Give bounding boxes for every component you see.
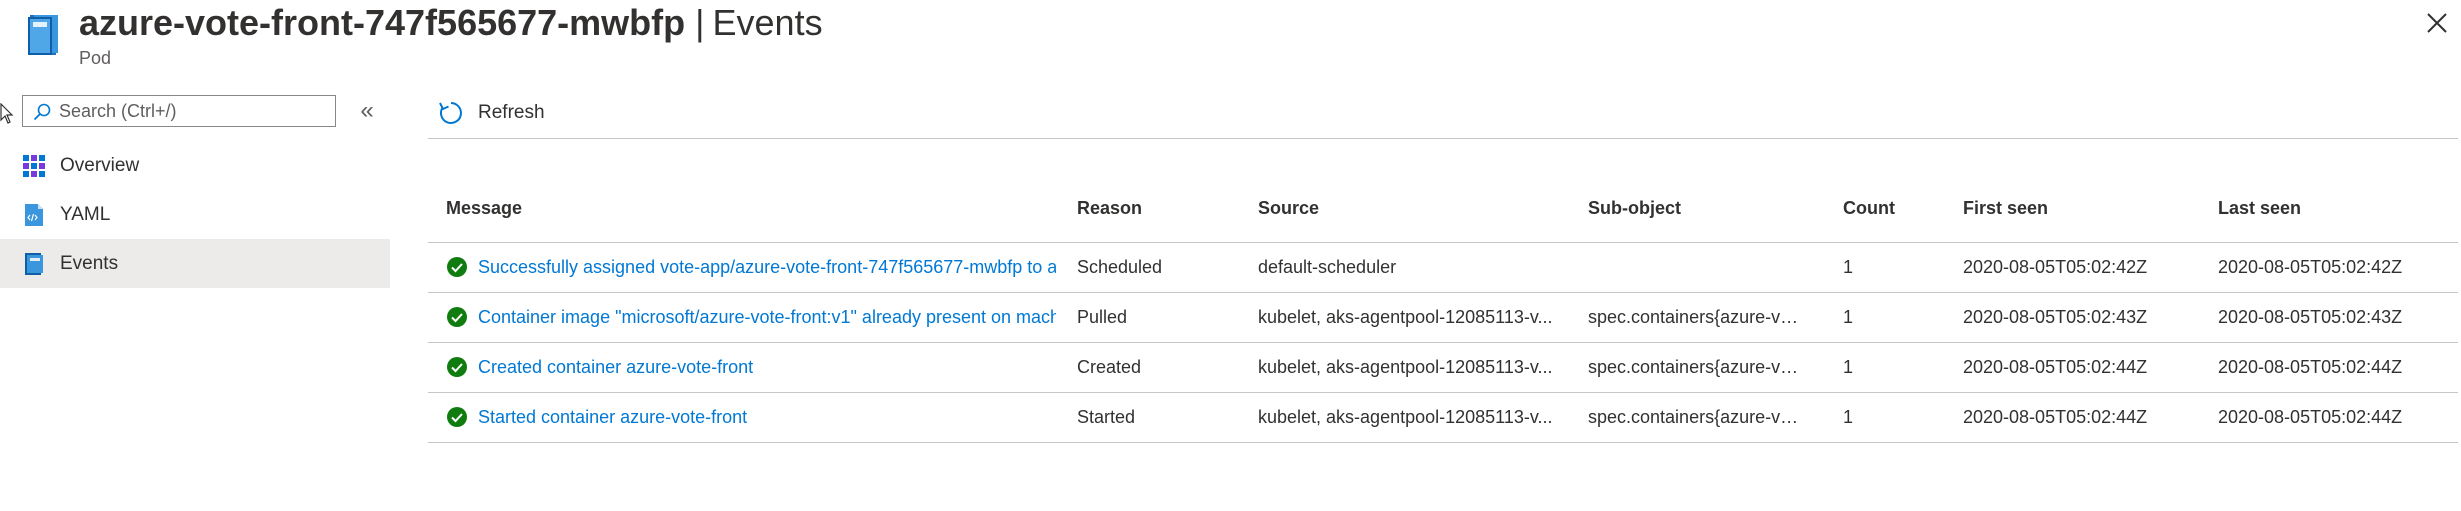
first-seen-cell: 2020-08-05T05:02:44Z — [1963, 407, 2148, 427]
success-check-icon — [447, 307, 467, 327]
source-cell: kubelet, aks-agentpool-12085113-v... — [1258, 307, 1553, 327]
column-header-last-seen[interactable]: Last seen — [2218, 198, 2301, 219]
last-seen-cell: 2020-08-05T05:02:42Z — [2218, 257, 2403, 277]
column-header-source[interactable]: Source — [1258, 198, 1319, 219]
message-cell: Created container azure-vote-front — [446, 355, 1056, 379]
message-cell: Container image "microsoft/azure-vote-fr… — [446, 305, 1056, 329]
subobject-cell: spec.containers{azure-vot... — [1588, 407, 1808, 427]
message-cell: Started container azure-vote-front — [446, 405, 1056, 429]
collapse-sidebar-button[interactable]: « — [356, 99, 378, 123]
count-cell: 1 — [1843, 307, 1854, 327]
command-bar: Refresh — [428, 88, 2458, 139]
close-icon[interactable] — [2424, 10, 2450, 36]
pod-events-blade: azure-vote-front-747f565677-mwbfp | Events… — [0, 0, 2461, 511]
sidebar-item-events[interactable]: Events — [0, 239, 390, 288]
column-header-first-seen[interactable]: First seen — [1963, 198, 2048, 219]
column-header-count[interactable]: Count — [1843, 198, 1895, 219]
reason-cell: Started — [1077, 407, 1136, 427]
reason-cell: Scheduled — [1077, 257, 1163, 277]
section-name: Events — [712, 2, 823, 43]
search-field[interactable] — [22, 95, 336, 127]
message-link[interactable]: Created container azure-vote-front — [478, 355, 753, 379]
first-seen-cell: 2020-08-05T05:02:44Z — [1963, 357, 2148, 377]
refresh-icon — [439, 102, 462, 124]
title-separator: | — [695, 2, 705, 43]
source-cell: default-scheduler — [1258, 257, 1397, 277]
column-header-message[interactable]: Message — [446, 198, 522, 219]
sidebar-item-label: Overview — [60, 155, 140, 176]
resource-name: azure-vote-front-747f565677-mwbfp — [79, 2, 686, 43]
events-icon — [25, 253, 43, 275]
resource-type: Pod — [79, 48, 112, 68]
subobject-cell: spec.containers{azure-vot... — [1588, 357, 1808, 377]
refresh-label: Refresh — [478, 102, 545, 123]
last-seen-cell: 2020-08-05T05:02:43Z — [2218, 307, 2403, 327]
search-icon — [33, 103, 51, 121]
yaml-file-icon — [25, 204, 43, 226]
sidebar-nav: Overview YAML Events — [0, 141, 390, 288]
success-check-icon — [447, 357, 467, 377]
message-link[interactable]: Successfully assigned vote-app/azure-vot… — [478, 255, 1056, 279]
blade-header: azure-vote-front-747f565677-mwbfp | Events… — [0, 0, 2461, 80]
overview-grid-icon — [23, 155, 45, 177]
column-header-subobject[interactable]: Sub-object — [1588, 198, 1681, 219]
page-title: azure-vote-front-747f565677-mwbfp | Events — [79, 0, 823, 46]
table-header: Message Reason Source Sub-object Count F… — [428, 186, 2458, 243]
message-link[interactable]: Started container azure-vote-front — [478, 405, 747, 429]
first-seen-cell: 2020-08-05T05:02:42Z — [1963, 257, 2148, 277]
count-cell: 1 — [1843, 357, 1854, 377]
sidebar-item-yaml[interactable]: YAML — [0, 190, 390, 239]
table-row: Successfully assigned vote-app/azure-vot… — [428, 243, 2458, 293]
mouse-cursor-icon — [0, 103, 14, 124]
source-cell: kubelet, aks-agentpool-12085113-v... — [1258, 407, 1553, 427]
column-header-reason[interactable]: Reason — [1077, 198, 1142, 219]
table-row: Started container azure-vote-front Start… — [428, 393, 2458, 443]
reason-cell: Created — [1077, 357, 1142, 377]
subobject-cell: spec.containers{azure-vot... — [1588, 307, 1808, 327]
message-cell: Successfully assigned vote-app/azure-vot… — [446, 255, 1056, 279]
count-cell: 1 — [1843, 257, 1854, 277]
table-row: Created container azure-vote-front Creat… — [428, 343, 2458, 393]
source-cell: kubelet, aks-agentpool-12085113-v... — [1258, 357, 1553, 377]
count-cell: 1 — [1843, 407, 1854, 427]
sidebar-item-label: Events — [60, 253, 119, 274]
table-row: Container image "microsoft/azure-vote-fr… — [428, 293, 2458, 343]
refresh-button[interactable]: Refresh — [438, 96, 545, 130]
pod-icon — [28, 15, 58, 55]
message-link[interactable]: Container image "microsoft/azure-vote-fr… — [478, 305, 1056, 329]
last-seen-cell: 2020-08-05T05:02:44Z — [2218, 407, 2403, 427]
sidebar-item-overview[interactable]: Overview — [0, 141, 390, 190]
success-check-icon — [447, 257, 467, 277]
search-input[interactable] — [59, 96, 329, 126]
reason-cell: Pulled — [1077, 307, 1128, 327]
first-seen-cell: 2020-08-05T05:02:43Z — [1963, 307, 2148, 327]
last-seen-cell: 2020-08-05T05:02:44Z — [2218, 357, 2403, 377]
events-table: Message Reason Source Sub-object Count F… — [428, 186, 2458, 443]
sidebar-item-label: YAML — [60, 204, 111, 225]
success-check-icon — [447, 407, 467, 427]
